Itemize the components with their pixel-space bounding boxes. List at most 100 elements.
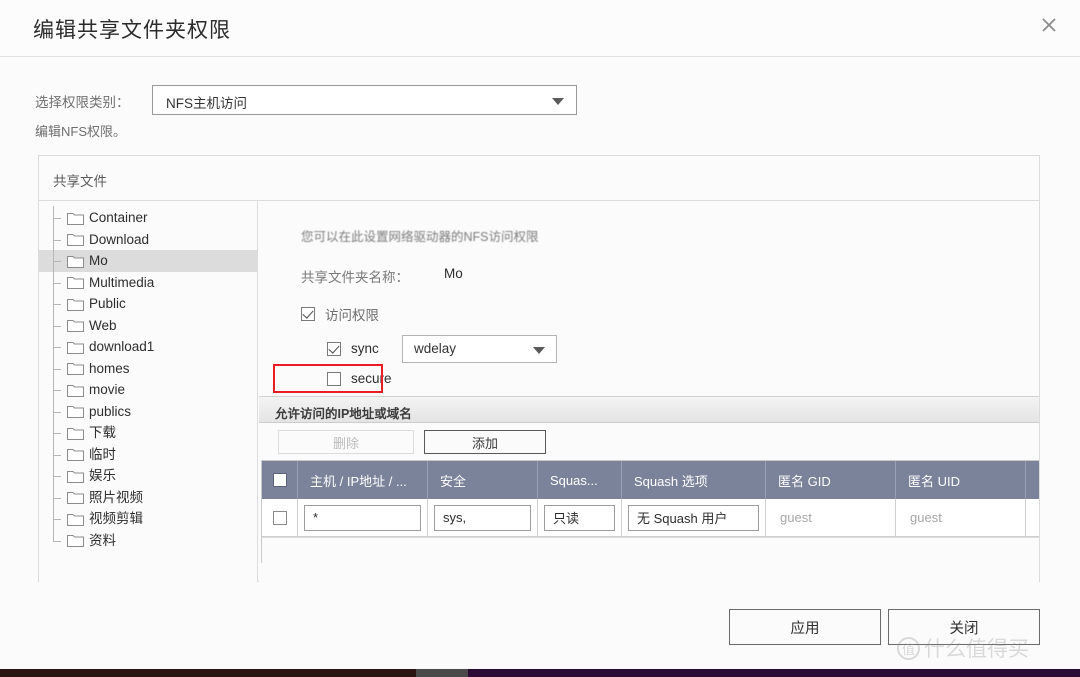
tree-item-label: 视频剪辑 bbox=[89, 511, 143, 526]
tree-item-mo[interactable]: Mo bbox=[39, 249, 257, 272]
sync-label: sync bbox=[351, 341, 379, 356]
tree-item-label: movie bbox=[89, 382, 126, 397]
edit-shared-folder-permissions-dialog: 编辑共享文件夹权限 选择权限类别： NFS主机访问 编辑NFS权限。 共享文件 … bbox=[0, 0, 1080, 677]
row-select-cell[interactable] bbox=[262, 499, 298, 536]
host-cell[interactable]: * bbox=[298, 499, 428, 536]
tree-connector bbox=[53, 528, 67, 552]
strip-segment-c bbox=[468, 669, 1080, 677]
security-cell[interactable]: sys, bbox=[428, 499, 538, 536]
tree-connector bbox=[53, 313, 67, 336]
anon-uid-cell[interactable]: guest bbox=[896, 499, 1026, 536]
tree-item-照片视频[interactable]: 照片视频 bbox=[39, 485, 257, 508]
table-column-header[interactable]: 主机 / IP地址 / ... bbox=[298, 461, 428, 499]
tree-item-web[interactable]: Web bbox=[39, 313, 257, 336]
anon-uid-cell-value: guest bbox=[902, 504, 1019, 531]
tree-item-label: Public bbox=[89, 296, 126, 311]
tree-connector bbox=[53, 421, 67, 444]
folder-icon bbox=[67, 232, 84, 247]
ip-access-table: 主机 / IP地址 / ... 安全 Squas... Squash 选项 匿名 GID… bbox=[261, 460, 1039, 563]
tree-connector bbox=[53, 507, 67, 530]
sync-row[interactable]: sync bbox=[327, 341, 379, 356]
tree-connector bbox=[53, 378, 67, 401]
permission-category-value: NFS主机访问 bbox=[166, 96, 247, 111]
strip-segment-b bbox=[416, 669, 468, 677]
delete-button[interactable]: 删除 bbox=[278, 430, 414, 454]
strip-segment-a bbox=[0, 669, 416, 677]
ip-section-header: 允许访问的IP地址或域名 bbox=[259, 396, 1039, 423]
tree-item-label: Mo bbox=[89, 253, 108, 268]
tree-connector bbox=[53, 292, 67, 315]
panel-header-label: 共享文件 bbox=[53, 174, 107, 189]
nfs-settings-pane: 您可以在此设置网络驱动器的NFS访问权限 共享文件夹名称： Mo 访问权限 sy… bbox=[259, 201, 1039, 582]
tree-item-label: Web bbox=[89, 317, 117, 333]
tree-connector bbox=[53, 464, 67, 487]
anon-gid-cell[interactable]: guest bbox=[766, 499, 896, 536]
sync-checkbox[interactable] bbox=[327, 341, 341, 356]
close-icon[interactable] bbox=[1032, 8, 1066, 42]
squash-cell-value: 只读 bbox=[544, 504, 615, 531]
secure-checkbox[interactable] bbox=[327, 371, 341, 386]
access-permission-row[interactable]: 访问权限 bbox=[301, 304, 379, 324]
tree-connector bbox=[53, 206, 67, 229]
table-column-header[interactable]: Squas... bbox=[538, 461, 622, 499]
tree-item-label: Multimedia bbox=[89, 274, 155, 290]
table-column-header[interactable]: 安全 bbox=[428, 461, 538, 499]
row-checkbox[interactable] bbox=[272, 510, 287, 525]
tree-item-娱乐[interactable]: 娱乐 bbox=[39, 464, 257, 487]
tree-item-label: Download bbox=[89, 231, 150, 247]
table-select-all-header[interactable] bbox=[262, 461, 298, 499]
table-header-row: 主机 / IP地址 / ... 安全 Squas... Squash 选项 匿名 GID… bbox=[262, 461, 1039, 499]
select-all-checkbox[interactable] bbox=[272, 473, 287, 487]
tree-item-label: 娱乐 bbox=[89, 468, 116, 483]
tree-item-label: 临时 bbox=[89, 446, 116, 462]
access-permission-label: 访问权限 bbox=[325, 308, 379, 323]
ip-toolbar: 删除 添加 bbox=[259, 423, 1039, 460]
folder-icon bbox=[67, 318, 84, 333]
tree-item-视频剪辑[interactable]: 视频剪辑 bbox=[39, 507, 257, 530]
ip-section-title: 允许访问的IP地址或域名 bbox=[275, 407, 412, 421]
table-filler bbox=[262, 537, 1039, 563]
tree-item-homes[interactable]: homes bbox=[39, 356, 257, 379]
panel-header: 共享文件 bbox=[39, 156, 1039, 201]
squash-cell[interactable]: 只读 bbox=[538, 499, 622, 536]
tree-item-下载[interactable]: 下载 bbox=[39, 421, 257, 444]
close-button[interactable]: 关闭 bbox=[888, 609, 1040, 645]
tree-item-download[interactable]: Download bbox=[39, 227, 257, 250]
secure-label: secure bbox=[351, 371, 392, 386]
squash-option-cell[interactable]: 无 Squash 用户 bbox=[622, 499, 766, 536]
tree-item-download1[interactable]: download1 bbox=[39, 335, 257, 358]
tree-item-资料[interactable]: 资料 bbox=[39, 528, 257, 552]
permission-category-label: 选择权限类别： bbox=[35, 95, 130, 110]
folder-icon bbox=[67, 404, 84, 419]
apply-button[interactable]: 应用 bbox=[729, 609, 881, 645]
permission-category-select[interactable]: NFS主机访问 bbox=[152, 85, 577, 115]
tree-item-临时[interactable]: 临时 bbox=[39, 442, 257, 465]
sync-mode-value: wdelay bbox=[414, 341, 457, 356]
squash-option-cell-value: 无 Squash 用户 bbox=[628, 504, 759, 531]
tree-item-label: publics bbox=[89, 403, 132, 419]
tree-item-container[interactable]: Container bbox=[39, 206, 257, 229]
table-row[interactable]: * sys, 只读无 Squash 用户 guest guest bbox=[262, 499, 1039, 537]
shared-folder-tree[interactable]: Container Download Mo Multimedia Public Web do… bbox=[39, 201, 258, 582]
access-permission-checkbox[interactable] bbox=[301, 307, 315, 321]
folder-icon bbox=[67, 254, 84, 268]
add-button[interactable]: 添加 bbox=[424, 430, 546, 454]
table-column-header[interactable]: 匿名 UID bbox=[896, 461, 1026, 499]
dialog-title: 编辑共享文件夹权限 bbox=[33, 19, 231, 42]
tree-item-public[interactable]: Public bbox=[39, 292, 257, 315]
chevron-down-icon bbox=[533, 347, 545, 354]
table-column-header[interactable]: Squash 选项 bbox=[622, 461, 766, 499]
tree-item-multimedia[interactable]: Multimedia bbox=[39, 270, 257, 293]
folder-icon bbox=[67, 490, 84, 505]
tree-connector bbox=[53, 399, 67, 422]
folder-icon bbox=[67, 533, 84, 548]
secure-row[interactable]: secure bbox=[327, 371, 392, 386]
tree-item-publics[interactable]: publics bbox=[39, 399, 257, 422]
tree-item-label: 照片视频 bbox=[89, 489, 143, 505]
table-column-header[interactable]: 匿名 GID bbox=[766, 461, 896, 499]
bottom-strip bbox=[0, 669, 1080, 677]
tree-connector bbox=[53, 249, 67, 272]
folder-icon bbox=[67, 340, 84, 354]
sync-mode-select[interactable]: wdelay bbox=[402, 335, 557, 363]
tree-item-movie[interactable]: movie bbox=[39, 378, 257, 401]
